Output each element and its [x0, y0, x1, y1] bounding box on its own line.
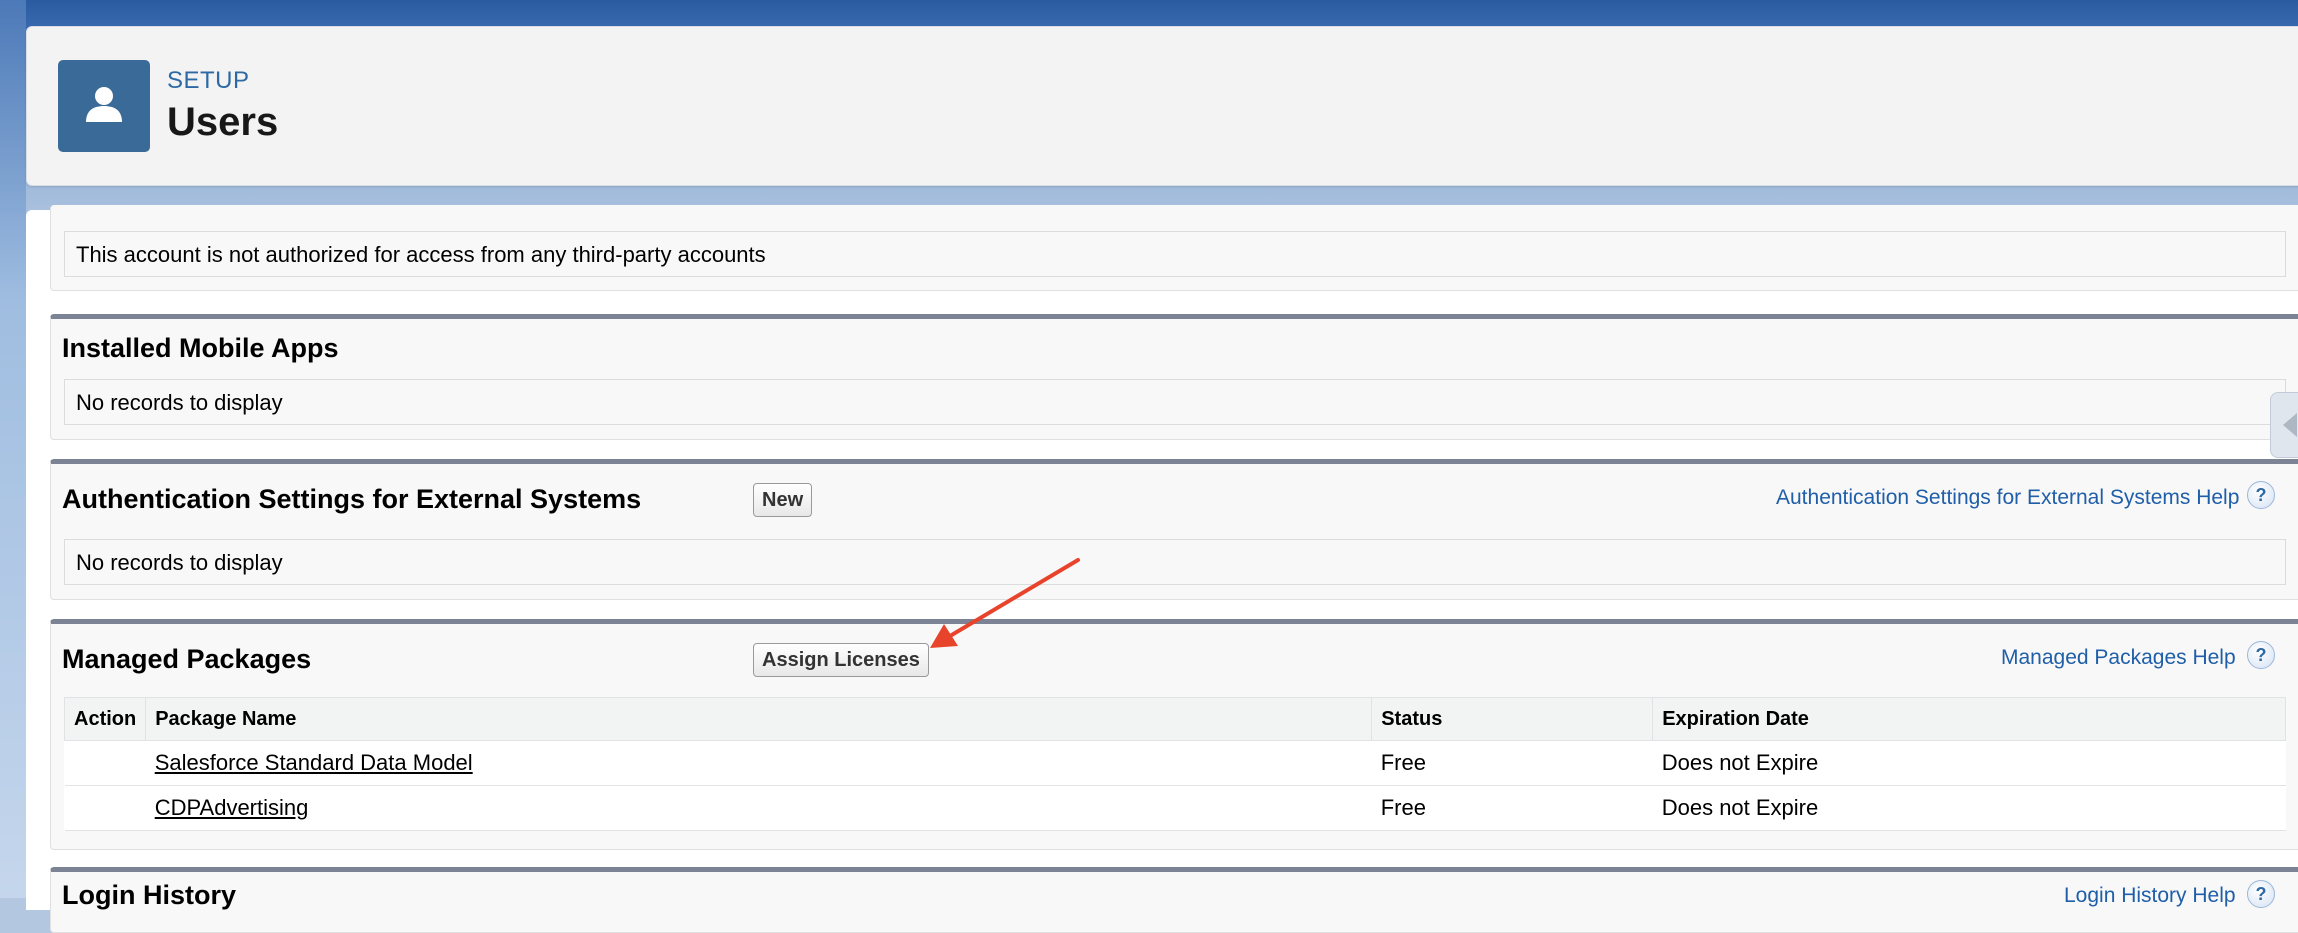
empty-message: No records to display	[76, 390, 283, 415]
installed-mobile-apps-section: Installed Mobile Apps No records to disp…	[50, 314, 2298, 440]
row-action	[64, 785, 146, 831]
login-history-title: Login History	[62, 880, 236, 910]
row-status: Free	[1371, 740, 1653, 786]
column-header-status: Status	[1371, 697, 1654, 741]
setup-label: SETUP	[167, 67, 250, 94]
table-row: Salesforce Standard Data Model Free Does…	[64, 740, 2286, 786]
column-header-action: Action	[63, 697, 147, 741]
auth-settings-title: Authentication Settings for External Sys…	[62, 484, 642, 514]
chevron-left-icon	[2283, 413, 2297, 437]
row-expiration: Does not Expire	[1652, 740, 2286, 786]
column-header-expiration-date: Expiration Date	[1652, 697, 2286, 741]
package-name-link[interactable]: CDPAdvertising	[155, 795, 309, 820]
third-party-message-box: This account is not authorized for acces…	[64, 231, 2286, 277]
third-party-section: This account is not authorized for acces…	[50, 205, 2298, 291]
auth-settings-empty-box: No records to display	[64, 539, 2286, 585]
row-action	[64, 740, 146, 786]
new-button[interactable]: New	[753, 483, 813, 517]
empty-message: No records to display	[76, 550, 283, 575]
help-icon[interactable]: ?	[2247, 880, 2275, 908]
installed-mobile-apps-title: Installed Mobile Apps	[62, 333, 339, 363]
row-expiration: Does not Expire	[1652, 785, 2286, 831]
package-name-link[interactable]: Salesforce Standard Data Model	[155, 750, 473, 775]
login-history-help-link[interactable]: Login History Help	[2064, 884, 2236, 908]
managed-packages-section: Managed Packages Assign Licenses Managed…	[50, 619, 2298, 850]
table-header-row: Action Package Name Status Expiration Da…	[63, 697, 2286, 741]
managed-packages-help-link[interactable]: Managed Packages Help	[2001, 646, 2236, 670]
installed-mobile-apps-empty-box: No records to display	[64, 379, 2286, 425]
managed-packages-title: Managed Packages	[62, 644, 312, 674]
sidebar-collapse-tab[interactable]	[2270, 392, 2298, 458]
column-header-package-name: Package Name	[145, 697, 1373, 741]
third-party-message: This account is not authorized for acces…	[76, 242, 766, 267]
page-background-left	[0, 0, 26, 898]
row-status: Free	[1371, 785, 1653, 831]
page-title: Users	[167, 100, 279, 144]
table-row: CDPAdvertising Free Does not Expire	[64, 785, 2286, 831]
auth-settings-section: Authentication Settings for External Sys…	[50, 459, 2298, 600]
assign-licenses-button[interactable]: Assign Licenses	[753, 643, 929, 677]
help-icon[interactable]: ?	[2247, 641, 2275, 669]
login-history-section: Login History Login History Help ?	[50, 867, 2298, 933]
managed-packages-table: Action Package Name Status Expiration Da…	[63, 697, 2286, 831]
page-header: SETUP Users	[26, 26, 2298, 186]
help-icon[interactable]: ?	[2247, 481, 2275, 509]
auth-settings-help-link[interactable]: Authentication Settings for External Sys…	[1776, 486, 2239, 510]
user-icon	[58, 60, 150, 152]
